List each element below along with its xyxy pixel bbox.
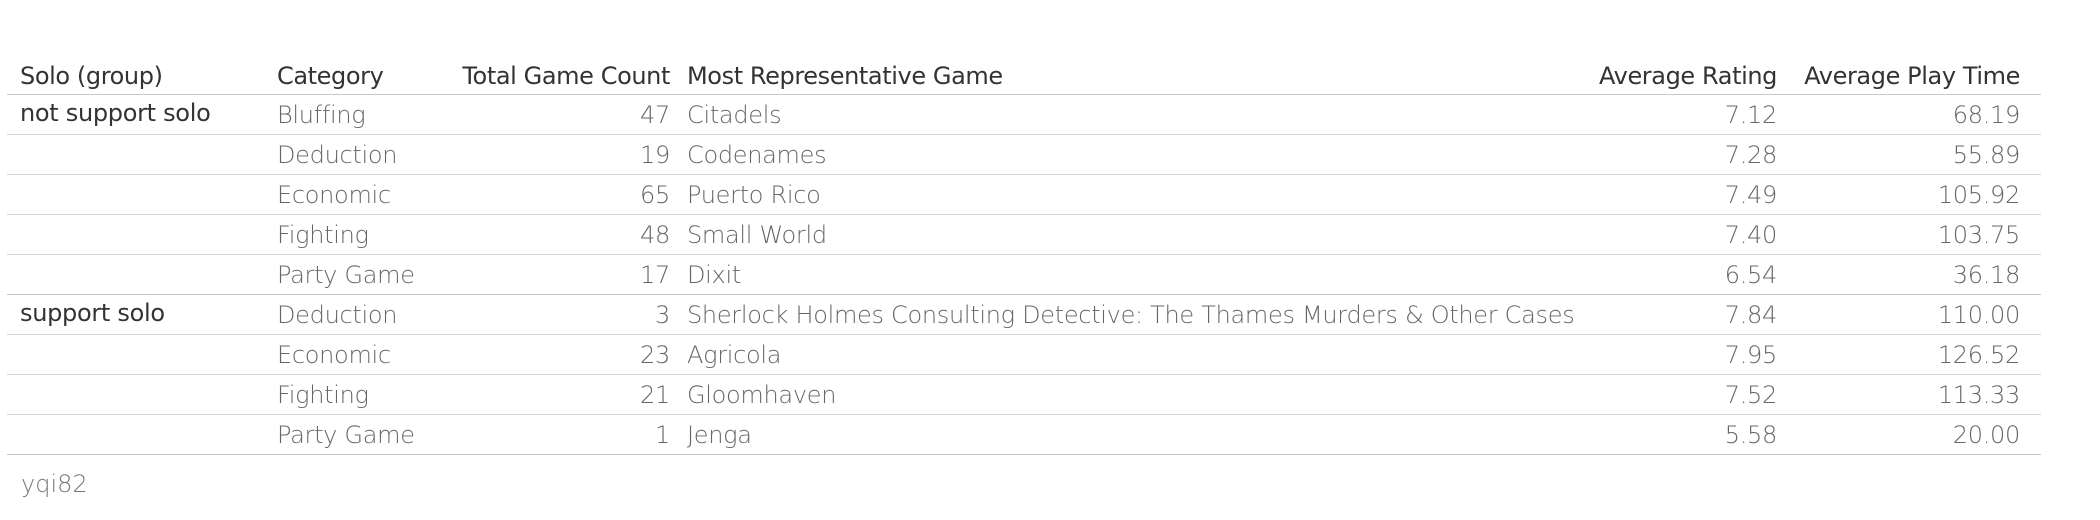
play-time-cell[interactable]: 36.18 xyxy=(1787,255,2021,295)
category-cell[interactable]: Economic xyxy=(277,335,447,375)
category-cell[interactable]: Fighting xyxy=(277,215,447,255)
play-time-cell[interactable]: 110.00 xyxy=(1787,295,2020,335)
group-label[interactable]: not support solo xyxy=(20,95,260,131)
rating-cell[interactable]: 7.84 xyxy=(1567,295,1778,335)
play-time-cell[interactable]: 105.92 xyxy=(1787,175,2020,215)
play-time-cell[interactable]: 103.75 xyxy=(1787,215,2020,255)
rating-cell[interactable]: 5.58 xyxy=(1567,415,1778,455)
count-cell[interactable]: 1 xyxy=(447,415,670,455)
table-row: Party Game 1 Jenga 5.58 20.00 xyxy=(7,415,2041,455)
count-cell[interactable]: 23 xyxy=(447,335,670,375)
footer-caption: yqi82 xyxy=(21,470,88,498)
game-cell[interactable]: Small World xyxy=(687,215,1587,255)
count-cell[interactable]: 65 xyxy=(447,175,670,215)
category-cell[interactable]: Deduction xyxy=(277,295,447,335)
table-row: Economic 23 Agricola 7.95 126.52 xyxy=(7,335,2041,375)
game-cell[interactable]: Gloomhaven xyxy=(687,375,1587,415)
game-cell[interactable]: Sherlock Holmes Consulting Detective: Th… xyxy=(687,295,1587,335)
count-cell[interactable]: 47 xyxy=(447,95,670,135)
table-row: Fighting 21 Gloomhaven 7.52 113.33 xyxy=(7,375,2041,415)
table-row: Economic 65 Puerto Rico 7.49 105.92 xyxy=(7,175,2041,215)
game-cell[interactable]: Citadels xyxy=(687,95,1587,135)
count-cell[interactable]: 17 xyxy=(447,255,670,295)
header-row: Solo (group) Category Total Game Count M… xyxy=(7,58,2041,95)
count-cell[interactable]: 21 xyxy=(447,375,670,415)
category-cell[interactable]: Party Game xyxy=(277,255,447,295)
play-time-cell[interactable]: 55.89 xyxy=(1787,135,2021,175)
header-category[interactable]: Category xyxy=(277,58,447,94)
rating-cell[interactable]: 7.49 xyxy=(1567,175,1778,215)
play-time-cell[interactable]: 20.00 xyxy=(1787,415,2021,455)
table-row: Deduction 3 Sherlock Holmes Consulting Det… xyxy=(7,295,2041,335)
category-cell[interactable]: Party Game xyxy=(277,415,447,455)
category-cell[interactable]: Deduction xyxy=(277,135,447,175)
rating-cell[interactable]: 7.12 xyxy=(1567,95,1778,135)
header-total-game-count[interactable]: Total Game Count xyxy=(447,58,670,94)
play-time-cell[interactable]: 126.52 xyxy=(1787,335,2020,375)
rating-cell[interactable]: 7.28 xyxy=(1567,135,1778,175)
rating-cell[interactable]: 7.40 xyxy=(1567,215,1778,255)
header-most-representative-game[interactable]: Most Representative Game xyxy=(687,58,1587,94)
game-cell[interactable]: Agricola xyxy=(687,335,1587,375)
count-cell[interactable]: 3 xyxy=(447,295,670,335)
header-average-play-time[interactable]: Average Play Time xyxy=(1787,58,2020,94)
play-time-cell[interactable]: 113.33 xyxy=(1787,375,2020,415)
game-cell[interactable]: Codenames xyxy=(687,135,1587,175)
category-cell[interactable]: Fighting xyxy=(277,375,447,415)
game-cell[interactable]: Puerto Rico xyxy=(687,175,1587,215)
table-body: Bluffing 47 Citadels 7.12 68.19 not support s… xyxy=(7,95,2041,455)
group-label[interactable]: support solo xyxy=(20,295,260,331)
category-cell[interactable]: Economic xyxy=(277,175,447,215)
count-cell[interactable]: 48 xyxy=(447,215,670,255)
category-cell[interactable]: Bluffing xyxy=(277,95,447,135)
play-time-cell[interactable]: 68.19 xyxy=(1787,95,2021,135)
table-row: Bluffing 47 Citadels 7.12 68.19 not support s… xyxy=(7,95,2041,135)
rating-cell[interactable]: 7.52 xyxy=(1567,375,1778,415)
game-cell[interactable]: Jenga xyxy=(687,415,1587,455)
header-average-rating[interactable]: Average Rating xyxy=(1567,58,1777,94)
header-solo-group[interactable]: Solo (group) xyxy=(20,58,260,94)
table-row: Fighting 48 Small World 7.40 103.75 xyxy=(7,215,2041,255)
rating-cell[interactable]: 6.54 xyxy=(1567,255,1778,295)
count-cell[interactable]: 19 xyxy=(447,135,670,175)
rating-cell[interactable]: 7.95 xyxy=(1567,335,1778,375)
data-table: Solo (group) Category Total Game Count M… xyxy=(7,58,2041,455)
table-row: Deduction 19 Codenames 7.28 55.89 xyxy=(7,135,2041,175)
table-row: Party Game 17 Dixit 6.54 36.18 xyxy=(7,255,2041,295)
game-cell[interactable]: Dixit xyxy=(687,255,1587,295)
